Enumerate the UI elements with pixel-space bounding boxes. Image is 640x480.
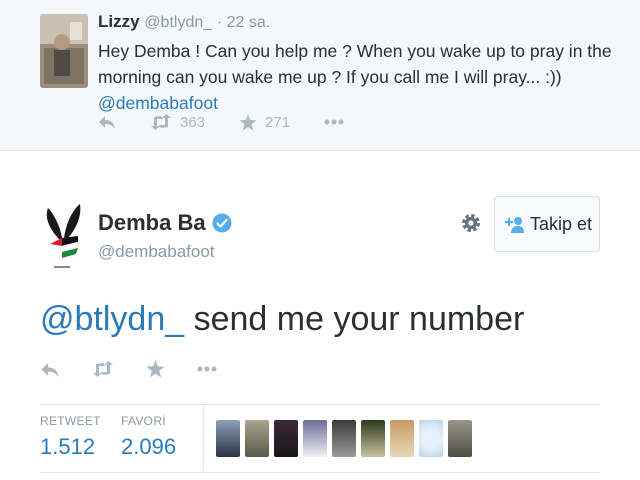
star-icon: [146, 360, 165, 378]
star-icon: [239, 113, 257, 130]
reply-actions: 363 271: [98, 110, 378, 134]
reply-text-body: Hey Demba ! Can you help me ? When you w…: [98, 41, 612, 87]
retweet-icon: [151, 114, 171, 130]
reply-button[interactable]: [98, 114, 116, 130]
favorite-stat-value: 2.096: [121, 434, 177, 459]
follow-button[interactable]: Takip et: [494, 196, 600, 252]
reply-text: Hey Demba ! Can you help me ? When you w…: [98, 38, 628, 116]
stats-divider-bottom: [40, 472, 600, 473]
favorite-stat-label: FAVORİ: [121, 414, 166, 428]
reply-tweet: Lizzy @btlydn_ · 22 sa. Hey Demba ! Can …: [0, 0, 640, 151]
reply-author-name[interactable]: Lizzy: [98, 12, 140, 31]
main-reply-button[interactable]: [40, 361, 60, 378]
favoriter-avatar[interactable]: [216, 420, 240, 457]
main-author-name[interactable]: Demba Ba: [98, 210, 206, 236]
main-tweet-text: @btlydn_ send me your number: [40, 300, 524, 339]
main-mention-link[interactable]: @btlydn_: [40, 300, 184, 338]
main-retweet-button[interactable]: [92, 361, 114, 377]
reply-icon: [41, 362, 59, 377]
stats-divider-top: [40, 404, 600, 405]
reply-retweet-count: 363: [180, 113, 206, 131]
favoriter-avatar[interactable]: [274, 420, 298, 457]
main-tweet-body: send me your number: [184, 300, 525, 338]
favorite-stat[interactable]: FAVORİ 2.096: [121, 414, 176, 460]
reply-header: Lizzy @btlydn_ · 22 sa.: [98, 12, 270, 32]
favoriters-avatars: [216, 420, 477, 457]
main-author-handle[interactable]: @dembabafoot: [98, 242, 215, 262]
stats-vertical-divider: [203, 404, 204, 470]
favoriter-avatar[interactable]: [448, 420, 472, 457]
reply-author-handle[interactable]: @btlydn_: [144, 14, 212, 31]
main-favorite-button[interactable]: [146, 360, 165, 378]
favoriter-avatar[interactable]: [332, 420, 356, 457]
reply-timestamp[interactable]: · 22 sa.: [217, 14, 270, 31]
favoriter-avatar[interactable]: [419, 420, 443, 457]
main-tweet-actions: [40, 360, 249, 378]
demba-avatar[interactable]: [40, 200, 84, 272]
retweet-button[interactable]: 363: [150, 114, 205, 131]
follow-button-label: Takip et: [529, 213, 593, 234]
reply-favorite-count: 271: [265, 113, 291, 131]
follow-user-icon: [504, 217, 524, 233]
reply-icon: [99, 116, 115, 129]
user-actions-button[interactable]: [460, 212, 482, 239]
favoriter-avatar[interactable]: [245, 420, 269, 457]
retweet-stat[interactable]: RETWEET 1.512: [40, 414, 101, 460]
retweet-stat-value: 1.512: [40, 434, 96, 459]
more-icon: [324, 119, 344, 125]
favorite-button[interactable]: 271: [239, 113, 291, 131]
verified-badge-icon: [212, 213, 232, 233]
more-button[interactable]: [324, 119, 344, 125]
retweet-icon: [93, 361, 113, 377]
favoriter-avatar[interactable]: [361, 420, 385, 457]
retweet-stat-label: RETWEET: [40, 414, 101, 428]
lizzy-avatar[interactable]: [40, 14, 88, 88]
more-icon: [197, 366, 217, 372]
main-more-button[interactable]: [197, 366, 217, 372]
gear-icon: [462, 214, 480, 232]
main-author: Demba Ba: [98, 210, 232, 236]
favoriter-avatar[interactable]: [390, 420, 414, 457]
favoriter-avatar[interactable]: [303, 420, 327, 457]
